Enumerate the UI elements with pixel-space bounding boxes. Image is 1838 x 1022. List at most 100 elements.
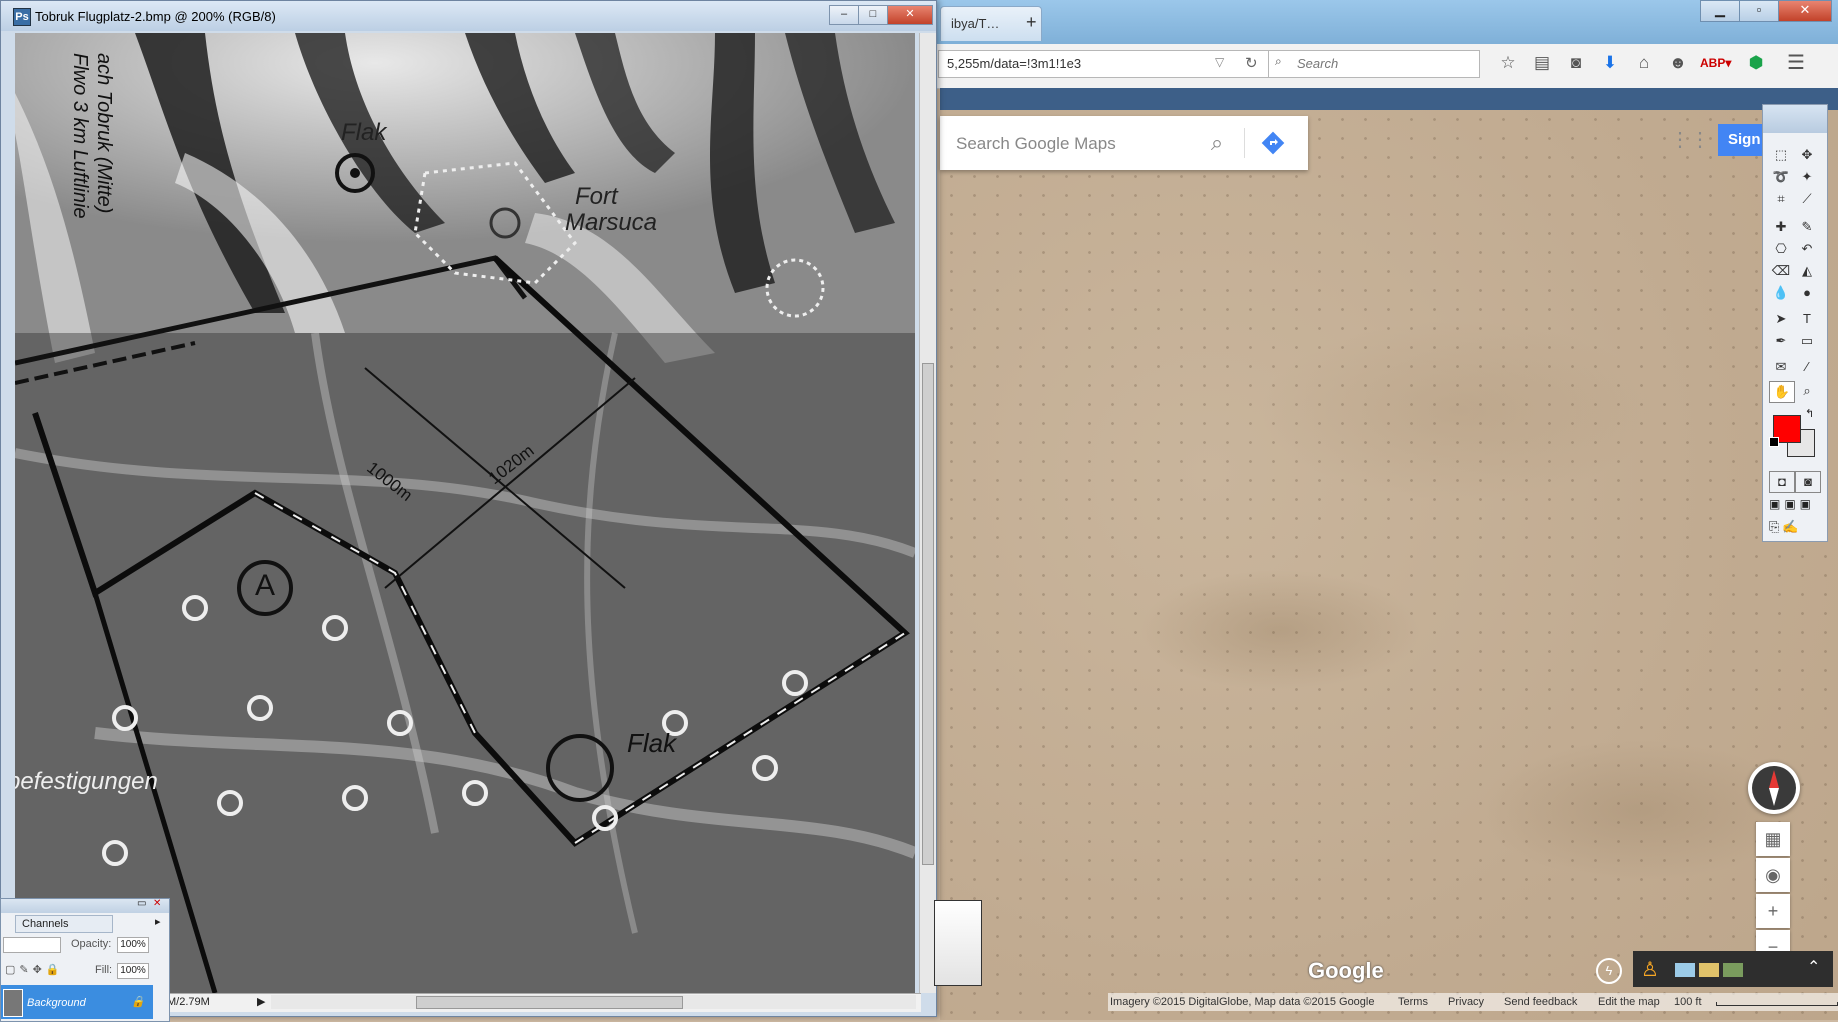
screen-mode-icon[interactable]: ▣▣▣ <box>1769 497 1821 513</box>
close-button[interactable]: ✕ <box>1778 0 1832 22</box>
zoom-tool-icon[interactable]: ⌕ <box>1795 381 1819 401</box>
terms-link[interactable]: Terms <box>1398 993 1428 1011</box>
apps-grid-icon[interactable]: ⋮⋮ <box>1670 128 1710 152</box>
quick-mask-icon[interactable]: ◙ <box>1795 471 1821 493</box>
aerial-photo <box>15 33 915 993</box>
doc-minimize-button[interactable]: – <box>829 5 859 25</box>
photo-label-fortifications: befestigungen <box>15 768 158 795</box>
history-brush-icon[interactable]: ↶ <box>1795 239 1819 259</box>
new-tab-button[interactable]: + <box>1026 12 1037 33</box>
tilt-icon[interactable]: ▦ <box>1756 822 1790 856</box>
notes-tool-icon[interactable]: ✉ <box>1769 357 1793 377</box>
eyedropper-icon[interactable]: ⁄ <box>1795 357 1819 377</box>
earth-view-toggle[interactable]: ♙ ⌃ <box>1633 951 1833 987</box>
dropdown-icon[interactable]: ▽ <box>1215 55 1224 69</box>
browser-search-box[interactable]: ⌕ Search <box>1268 50 1480 78</box>
fill-label: Fill: <box>95 964 113 976</box>
eraser-tool-icon[interactable]: ⌫ <box>1769 261 1793 281</box>
map-layer-icon[interactable] <box>1675 963 1695 977</box>
tab-channels[interactable]: Channels <box>15 915 113 933</box>
photo-label-flak-bottom: Flak <box>627 728 677 758</box>
type-tool-icon[interactable]: T <box>1795 309 1819 329</box>
privacy-link[interactable]: Privacy <box>1448 993 1484 1011</box>
clone-stamp-icon[interactable]: ⎔ <box>1769 239 1793 259</box>
panel-menu-icon[interactable]: ▸ <box>155 915 161 928</box>
blend-mode-select[interactable] <box>3 937 61 953</box>
reload-icon[interactable]: ↻ <box>1245 54 1258 72</box>
standard-mode-icon[interactable]: ◘ <box>1769 471 1795 493</box>
horizontal-scroll-thumb[interactable] <box>416 996 683 1009</box>
chat-icon[interactable]: ☻ <box>1664 50 1692 76</box>
maximize-button[interactable]: ▫ <box>1739 0 1779 22</box>
map-search-box[interactable]: Search Google Maps ⌕ <box>940 116 1308 170</box>
marquee-tool-icon[interactable]: ⬚ <box>1769 145 1793 165</box>
doc-maximize-button[interactable]: □ <box>858 5 888 25</box>
divider <box>1244 128 1245 158</box>
path-select-icon[interactable]: ➤ <box>1769 309 1793 329</box>
adblock-icon[interactable]: ABP▾ <box>1700 50 1731 76</box>
satellite-layer-icon[interactable] <box>1723 963 1743 977</box>
move-tool-icon[interactable]: ✥ <box>1795 145 1819 165</box>
pen-tool-icon[interactable]: ✒ <box>1769 331 1793 351</box>
brush-tool-icon[interactable]: ✎ <box>1795 217 1819 237</box>
satellite-map[interactable] <box>940 110 1838 1020</box>
layers-panel-header[interactable]: ▭ ✕ <box>1 898 169 913</box>
vertical-scroll-thumb[interactable] <box>922 363 934 865</box>
magic-wand-icon[interactable]: ✦ <box>1795 167 1819 187</box>
zoom-in-button[interactable]: + <box>1756 894 1790 928</box>
horizontal-scrollbar[interactable] <box>271 995 916 1009</box>
paint-bucket-icon[interactable]: ◭ <box>1795 261 1819 281</box>
default-colors-icon[interactable] <box>1769 437 1779 447</box>
bookmark-star-icon[interactable]: ☆ <box>1494 50 1522 76</box>
reading-list-icon[interactable]: ▤ <box>1528 50 1556 76</box>
directions-icon[interactable] <box>1258 128 1288 158</box>
menu-icon[interactable]: ☰ <box>1782 50 1810 76</box>
search-icon[interactable]: ⌕ <box>1202 128 1232 158</box>
imagery-credit: Imagery ©2015 DigitalGlobe, Map data ©20… <box>1110 996 1375 1008</box>
fill-input[interactable]: 100% <box>117 963 149 979</box>
document-title-bar[interactable]: Ps Tobruk Flugplatz-2.bmp @ 200% (RGB/8)… <box>1 1 936 31</box>
fill-row: ▢✎✥🔒 Fill: 100% <box>1 959 169 981</box>
panel-close-icon[interactable]: ✕ <box>153 898 161 909</box>
shape-tool-icon[interactable]: ▭ <box>1795 331 1819 351</box>
photoshop-app-icon: Ps <box>13 8 31 26</box>
status-arrow-icon[interactable]: ▶ <box>257 995 265 1008</box>
lightning-icon[interactable]: ϟ <box>1596 958 1622 984</box>
blur-tool-icon[interactable]: 💧 <box>1769 283 1793 303</box>
edit-map-link[interactable]: Edit the map <box>1598 993 1660 1011</box>
url-bar[interactable]: 5,255m/data=!3m1!1e3 ▽ ↻ <box>938 50 1272 78</box>
tools-panel-header[interactable] <box>1763 105 1827 133</box>
url-text: 5,255m/data=!3m1!1e3 <box>947 56 1082 71</box>
minimize-button[interactable]: ▁ <box>1700 0 1740 22</box>
doc-close-button[interactable]: ✕ <box>887 5 933 25</box>
map-search-input[interactable]: Search Google Maps <box>956 134 1116 154</box>
slice-tool-icon[interactable]: ⟋ <box>1795 189 1819 209</box>
lock-icons[interactable]: ▢✎✥🔒 <box>5 963 64 976</box>
my-location-icon[interactable]: ◉ <box>1756 858 1790 892</box>
terrain-layer-icon[interactable] <box>1699 963 1719 977</box>
document-title: Tobruk Flugplatz-2.bmp @ 200% (RGB/8) <box>35 9 276 24</box>
opacity-input[interactable]: 100% <box>117 937 149 953</box>
browser-search-input[interactable]: Search <box>1297 56 1338 71</box>
crop-tool-icon[interactable]: ⌗ <box>1769 189 1793 209</box>
extension-icon[interactable]: ⬢ <box>1742 50 1770 76</box>
dodge-tool-icon[interactable]: ● <box>1795 283 1819 303</box>
panel-minimize-icon[interactable]: ▭ <box>137 898 146 909</box>
browser-content-frame <box>940 88 1838 110</box>
expand-icon[interactable]: ⌃ <box>1807 957 1820 977</box>
pegman-icon[interactable]: ♙ <box>1641 957 1659 982</box>
layer-background[interactable]: Background 🔒 <box>1 985 153 1019</box>
jump-to-imageready-icon[interactable]: ⎘✍ <box>1769 519 1821 537</box>
feedback-link[interactable]: Send feedback <box>1504 993 1577 1011</box>
pocket-icon[interactable]: ◙ <box>1562 50 1590 76</box>
healing-brush-icon[interactable]: ✚ <box>1769 217 1793 237</box>
swap-colors-icon[interactable]: ↰ <box>1805 407 1814 420</box>
lasso-tool-icon[interactable]: ➰ <box>1769 167 1793 187</box>
vertical-scrollbar[interactable] <box>919 33 936 993</box>
home-icon[interactable]: ⌂ <box>1630 50 1658 76</box>
aerial-photo-canvas[interactable]: Flak Fort Marsuca 1000m 1020m A Flak bef… <box>15 33 915 993</box>
hand-tool-icon[interactable]: ✋ <box>1769 381 1795 403</box>
download-icon[interactable]: ⬇ <box>1596 50 1624 76</box>
photo-side-note-2: Flwo 3 km Luftlinie <box>69 53 91 219</box>
compass-icon[interactable] <box>1748 762 1800 814</box>
